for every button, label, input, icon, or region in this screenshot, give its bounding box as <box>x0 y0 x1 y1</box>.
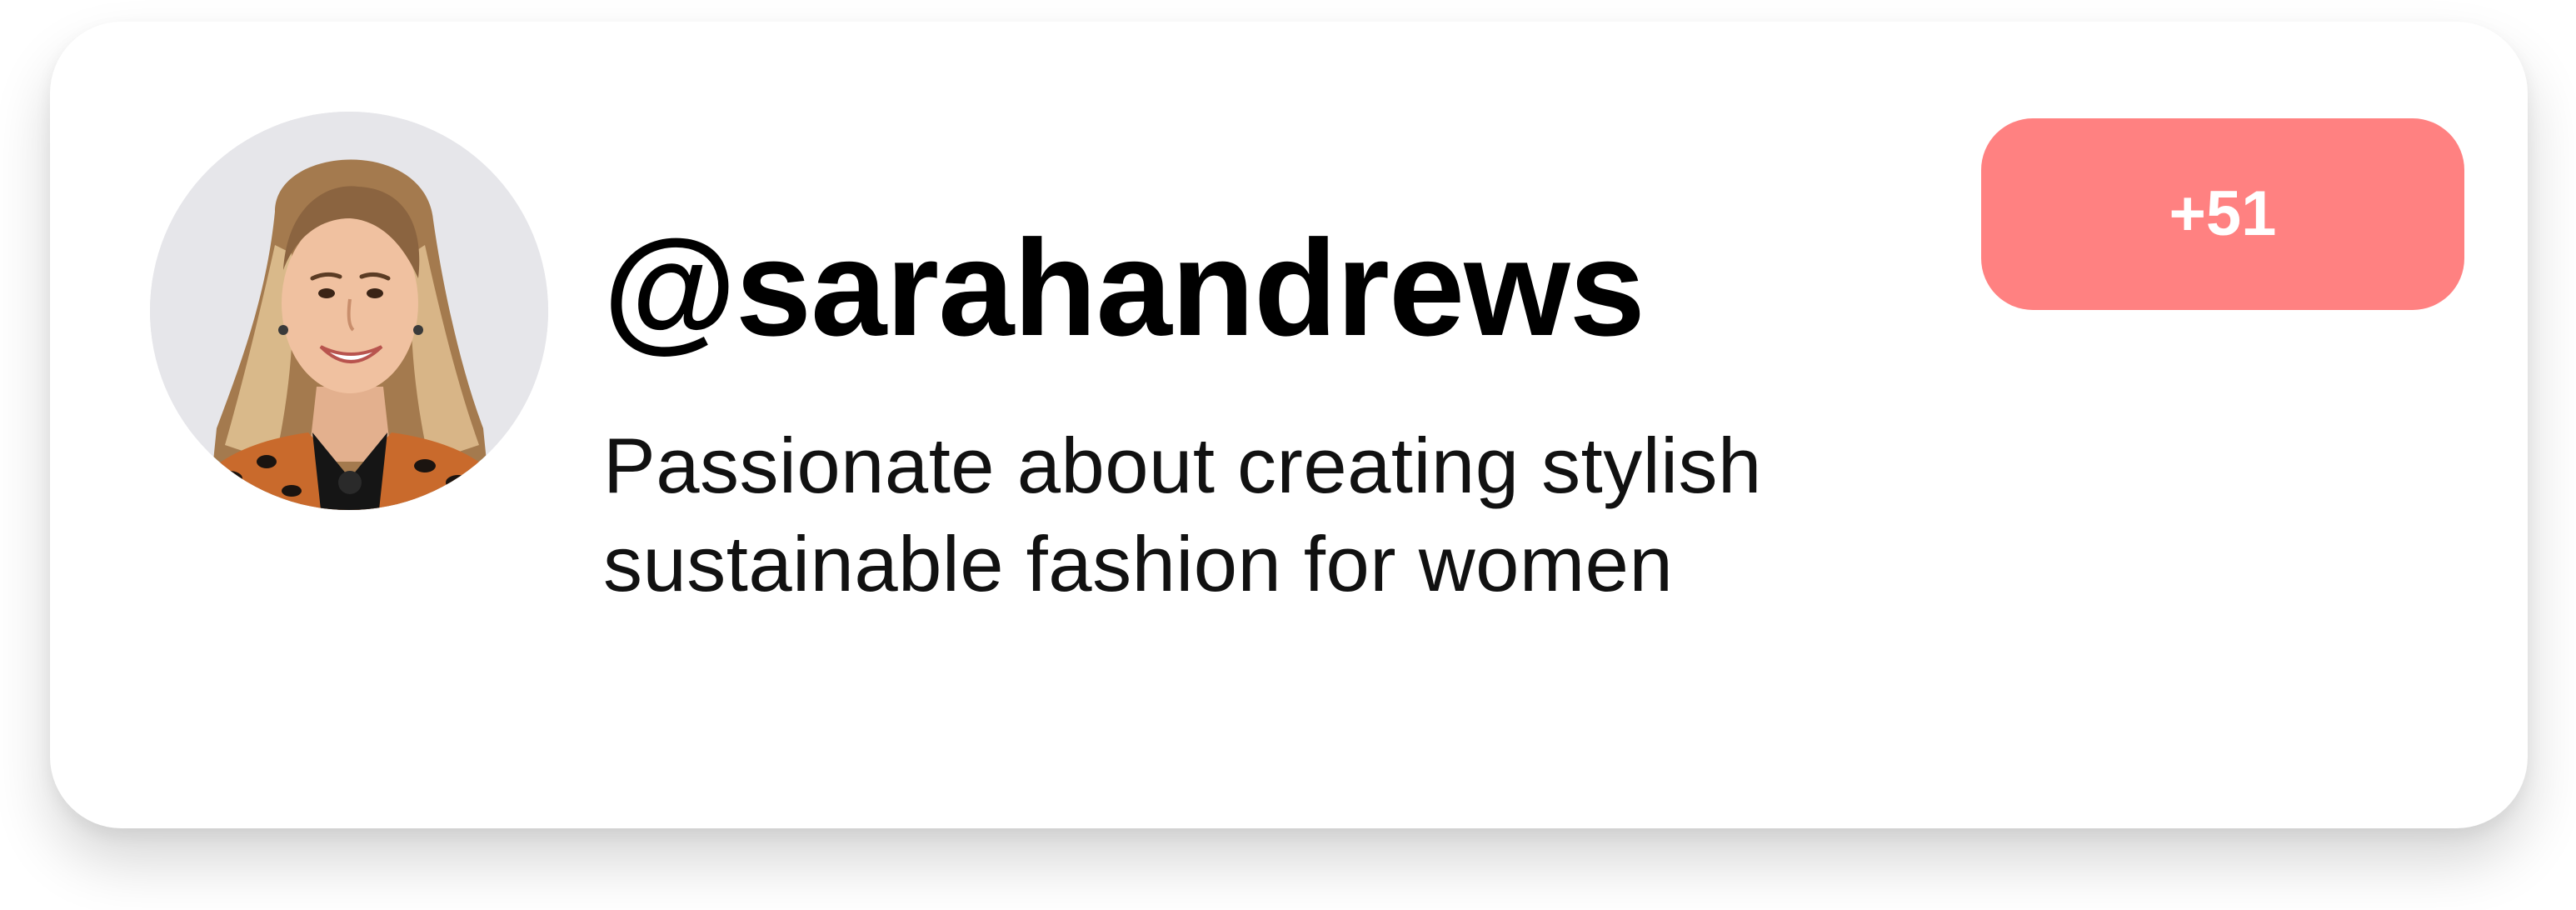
follower-count-badge[interactable]: +51 <box>1981 118 2464 310</box>
username: @sarahandrews <box>603 212 1645 364</box>
profile-photo-icon <box>150 112 548 510</box>
profile-bio: Passionate about creating stylish sustai… <box>603 422 1762 608</box>
profile-card: @sarahandrews Passionate about creating … <box>50 22 2528 828</box>
avatar[interactable] <box>150 112 548 510</box>
